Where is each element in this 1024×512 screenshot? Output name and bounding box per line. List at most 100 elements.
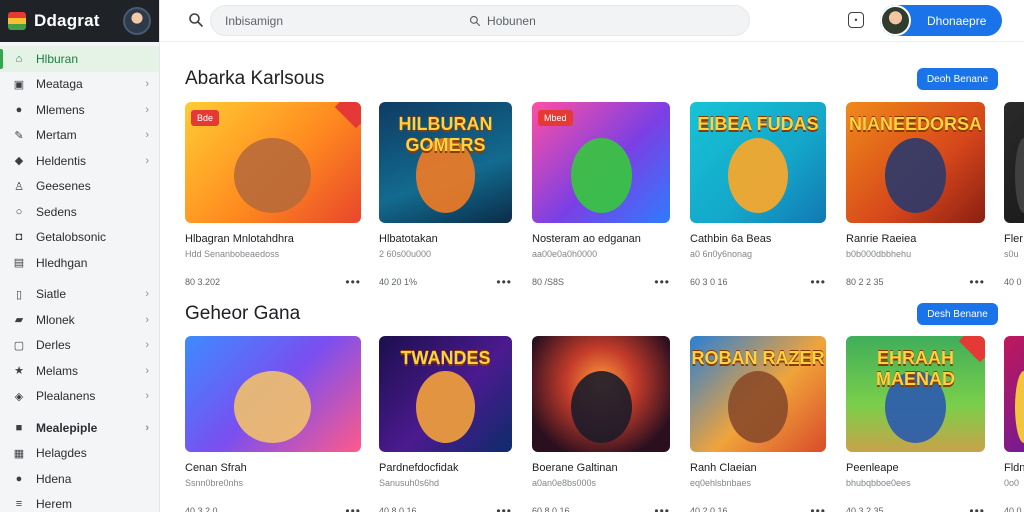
more-options-icon[interactable]: ••• [810, 275, 826, 289]
sidebar-item[interactable]: ▰ Mlonek › [0, 307, 159, 333]
game-thumbnail[interactable] [532, 336, 670, 452]
game-title[interactable]: Boerane Galtinan [532, 462, 670, 474]
game-thumbnail[interactable]: EIBEA FUDAS [690, 102, 826, 223]
game-title[interactable]: Cenan Sfrah [185, 462, 361, 474]
sidebar-item-label: Siatle [36, 287, 67, 302]
avatar [880, 5, 911, 36]
sidebar-item[interactable]: ★ Melams › [0, 358, 159, 384]
more-options-icon[interactable]: ••• [345, 275, 361, 289]
game-title[interactable]: Ranrie Raeiea [846, 233, 985, 245]
search-text-primary: Inbisamign [225, 13, 284, 28]
game-card[interactable]: HILBURAN GOMERS Hlbatotakan 2 60s00u000 40 … [379, 102, 512, 289]
more-options-icon[interactable]: ••• [345, 504, 361, 512]
see-all-button[interactable]: Deoh Benane [917, 68, 998, 90]
sidebar-item-label: Hledhgan [36, 255, 88, 270]
sidebar-item[interactable]: ◆ Heldentis › [0, 148, 159, 174]
more-options-icon[interactable]: ••• [496, 504, 512, 512]
chevron-right-icon: › [145, 288, 149, 301]
sidebar-item[interactable]: ≡ Herem [0, 492, 159, 512]
more-options-icon[interactable]: ••• [654, 504, 670, 512]
search-input[interactable]: Inbisamign Hobunen [210, 5, 750, 36]
game-card[interactable]: ROBAN RAZER Ranh Claeian eq0ehlsbnbaes 40 2… [690, 336, 826, 512]
character-art [234, 138, 311, 213]
game-meta: 40 2 0 16 ••• [690, 504, 826, 512]
user-name: Dhonaepre [927, 13, 987, 28]
sidebar-avatar[interactable] [123, 7, 151, 35]
game-card[interactable]: Cenan Sfrah Ssnn0bre0nhs 40 3 2 0 ••• [185, 336, 361, 512]
game-title[interactable]: Fldn [1004, 462, 1024, 474]
game-subtitle: s0u [1004, 249, 1019, 259]
more-options-icon[interactable]: ••• [810, 504, 826, 512]
sidebar-item[interactable]: ◈ Plealanens › [0, 384, 159, 410]
game-stats: 40 3 2 0 [185, 506, 218, 512]
user-icon: ● [15, 103, 23, 116]
game-subtitle: eq0ehlsbnbaes [690, 478, 752, 488]
sidebar-item[interactable]: ▣ Meataga › [0, 72, 159, 98]
game-thumbnail[interactable] [1004, 102, 1024, 223]
app-logo-icon[interactable] [8, 12, 26, 30]
sidebar-item-label: Helagdes [36, 446, 87, 461]
game-title[interactable]: Ranh Claeian [690, 462, 826, 474]
sidebar-item[interactable]: ▦ Helagdes [0, 441, 159, 467]
search-icon[interactable] [188, 12, 204, 28]
sidebar-item[interactable]: ▤ Hledhgan [0, 250, 159, 276]
user-menu-button[interactable]: Dhonaepre [880, 5, 1002, 36]
game-card[interactable]: NIANEEDORSA Ranrie Raeiea b0b000dbbhehu 80 … [846, 102, 985, 289]
game-card[interactable]: Fler s0u 40 0••• [1004, 102, 1024, 289]
game-thumbnail[interactable] [1004, 336, 1024, 452]
game-thumbnail[interactable]: ROBAN RAZER [690, 336, 826, 452]
game-stats: 80 2 2 35 [846, 277, 884, 287]
game-title[interactable]: Peenleape [846, 462, 985, 474]
search-secondary: Hobunen [469, 14, 536, 28]
game-meta: 40 0••• [1004, 275, 1024, 289]
brand-bar: Ddagrat [0, 0, 159, 42]
sidebar-item[interactable]: ◘ Getalobsonic [0, 225, 159, 251]
game-thumbnail[interactable]: HILBURAN GOMERS [379, 102, 512, 223]
game-card[interactable]: Mbed Nosteram ao edganan aa00e0a0h0000 80 /… [532, 102, 670, 289]
sidebar-item[interactable]: ▯ Siatle › [0, 282, 159, 308]
game-title[interactable]: Nosteram ao edganan [532, 233, 670, 245]
more-options-icon[interactable]: ••• [969, 275, 985, 289]
game-thumbnail[interactable]: Bde [185, 102, 361, 223]
sidebar-item[interactable]: ■ Mealepiple › [0, 415, 159, 441]
game-title[interactable]: Cathbin 6a Beas [690, 233, 826, 245]
sidebar-item[interactable]: ♙ Geesenes [0, 174, 159, 200]
game-card[interactable]: Fldn 0o0 40 0••• [1004, 336, 1024, 512]
sidebar-item[interactable]: ⌂ Hlburan [0, 46, 159, 72]
sidebar-item[interactable]: ○ Sedens [0, 199, 159, 225]
game-card[interactable]: EHRAAH MAENAD Peenleape bhubqbboe0ees 40 3 … [846, 336, 985, 512]
sidebar-item[interactable]: ● Mlemens › [0, 97, 159, 123]
game-card[interactable]: Bde Hlbagran Mnlotahdhra Hdd Senanbobeaedo… [185, 102, 361, 289]
more-options-icon[interactable]: ••• [654, 275, 670, 289]
notifications-icon[interactable]: • [848, 12, 864, 28]
thumbnail-title: HILBURAN GOMERS [398, 114, 493, 155]
game-thumbnail[interactable] [185, 336, 361, 452]
game-thumbnail[interactable]: EHRAAH MAENAD [846, 336, 985, 452]
sidebar-item-label: Mertam [36, 128, 77, 143]
more-options-icon[interactable]: ••• [969, 504, 985, 512]
home-icon: ⌂ [15, 52, 23, 65]
game-subtitle: aa00e0a0h0000 [532, 249, 598, 259]
character-art [234, 371, 311, 443]
sidebar-item[interactable]: ● Hdena [0, 466, 159, 492]
game-thumbnail[interactable]: NIANEEDORSA [846, 102, 985, 223]
game-card[interactable]: Boerane Galtinan a0an0e8bs000s 60 8 0 16 ••… [532, 336, 670, 512]
game-stats: 60 8 0 16 [532, 506, 570, 512]
top-bar: Inbisamign Hobunen • Dhonaepre [160, 0, 1024, 42]
game-card[interactable]: TWANDES Pardnefdocfidak Sanusuh0s6hd 40 8 0… [379, 336, 512, 512]
character-art [728, 138, 788, 213]
game-title[interactable]: Hlbatotakan [379, 233, 512, 245]
more-options-icon[interactable]: ••• [496, 275, 512, 289]
game-title[interactable]: Hlbagran Mnlotahdhra [185, 233, 361, 245]
game-card[interactable]: EIBEA FUDAS Cathbin 6a Beas a0 6n0y6nonag 6… [690, 102, 826, 289]
sidebar-item[interactable]: ✎ Mertam › [0, 123, 159, 149]
game-title[interactable]: Pardnefdocfidak [379, 462, 512, 474]
sidebar-item[interactable]: ▢ Derles › [0, 333, 159, 359]
grid-icon: ▣ [13, 78, 25, 91]
game-meta: 60 3 0 16 ••• [690, 275, 826, 289]
game-title[interactable]: Fler [1004, 233, 1024, 245]
see-all-button[interactable]: Desh Benane [917, 303, 998, 325]
game-thumbnail[interactable]: TWANDES [379, 336, 512, 452]
game-thumbnail[interactable]: Mbed [532, 102, 670, 223]
game-subtitle: a0 6n0y6nonag [690, 249, 753, 259]
